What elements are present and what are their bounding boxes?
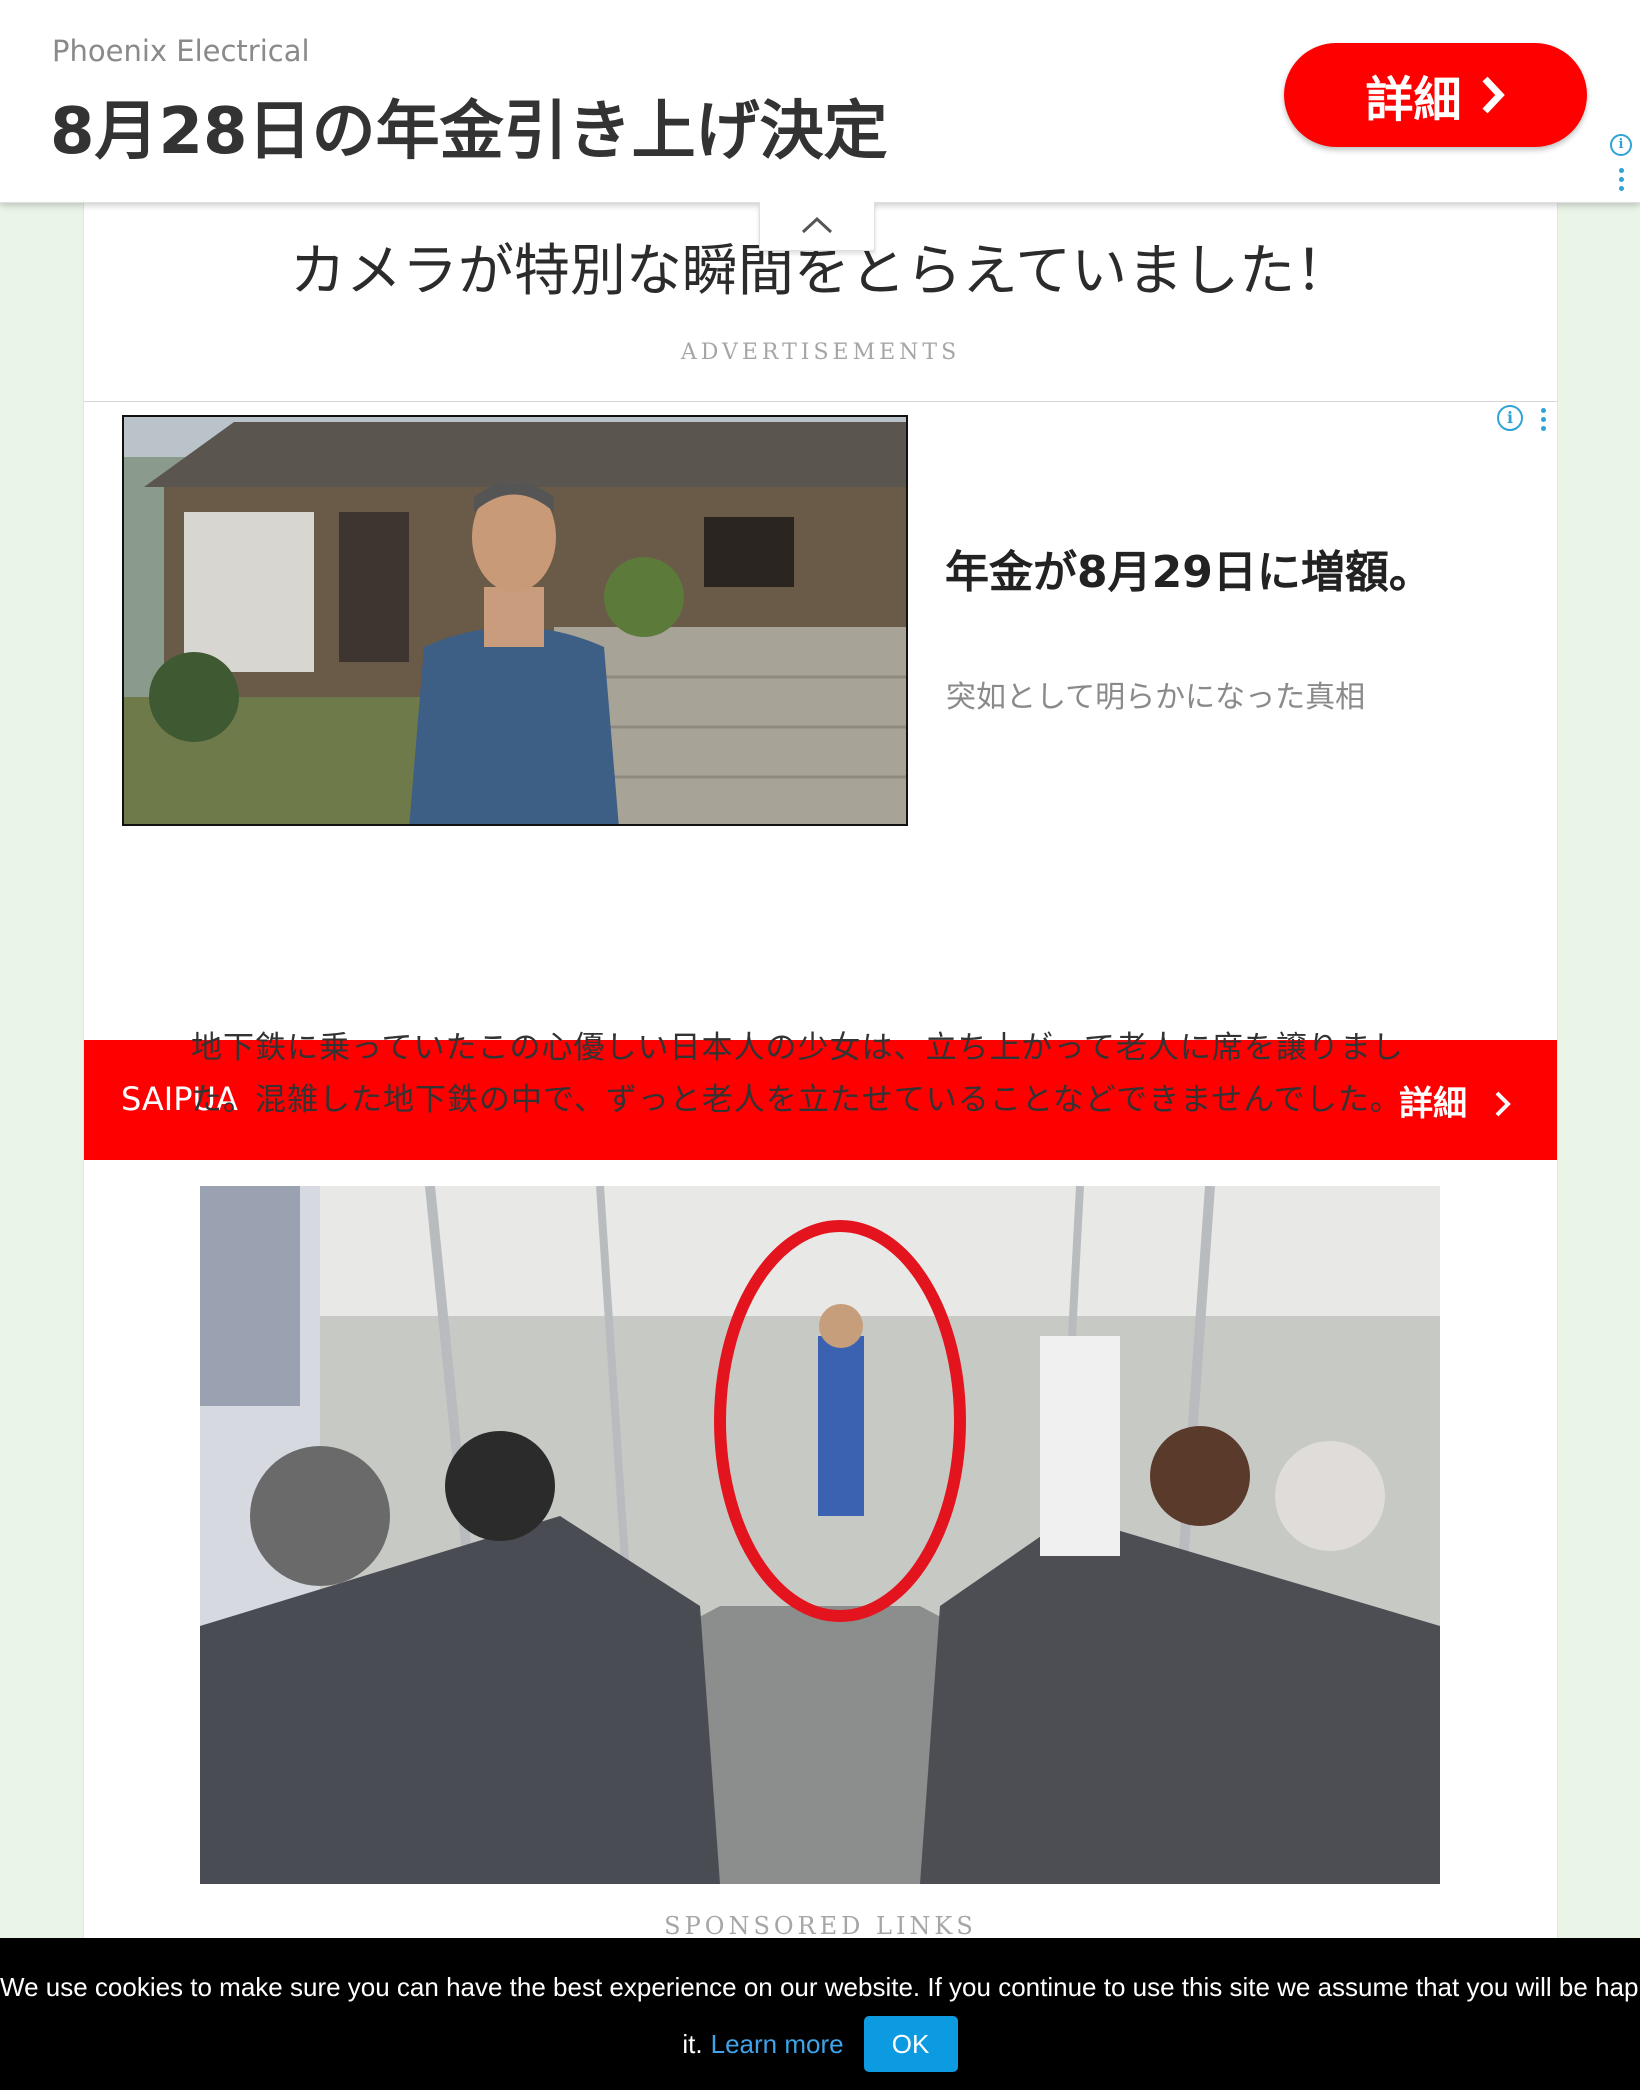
sponsored-links-label: SPONSORED LINKS (664, 1912, 977, 1940)
kebab-menu-icon[interactable] (1541, 408, 1547, 435)
collapse-ad-tab[interactable] (759, 202, 875, 251)
kebab-menu-icon[interactable] (1619, 168, 1625, 195)
subway-photo (200, 1186, 1440, 1884)
top-banner-ad[interactable]: Phoenix Electrical 8月28日の年金引き上げ決定 詳細 i (0, 0, 1640, 203)
chevron-right-icon (1495, 1091, 1511, 1117)
cookie-consent-bar: We use cookies to make sure you can have… (0, 1938, 1640, 2090)
chevron-right-icon (1481, 76, 1505, 114)
top-ad-advertiser: Phoenix Electrical (52, 34, 310, 68)
top-ad-details-button[interactable]: 詳細 (1284, 43, 1587, 147)
top-ad-button-label: 詳細 (1365, 72, 1462, 128)
cookie-message: We use cookies to make sure you can have… (0, 1972, 1640, 2002)
info-icon[interactable]: i (1610, 134, 1632, 156)
top-ad-title[interactable]: 8月28日の年金引き上げ決定 (50, 80, 888, 172)
native-ad[interactable]: 年金が8月29日に増額。 突如として明らかになった真相 i SAIPUA 詳細 (84, 401, 1557, 1160)
cookie-ok-button[interactable]: OK (863, 2016, 958, 2072)
article-content: カメラが特別な瞬間をとらえていました！ ADVERTISEMENTS 年金が8月… (83, 200, 1558, 2090)
article-paragraph: 地下鉄に乗っていたこの心優しい日本人の少女は、立ち上がって老人に席を譲りました。… (191, 1030, 1404, 1118)
cookie-message-end: it. (682, 2028, 703, 2059)
info-icon[interactable]: i (1497, 405, 1523, 431)
learn-more-link[interactable]: Learn more (711, 2029, 844, 2060)
ad-photo-man-in-front-of-house[interactable] (122, 415, 908, 826)
advertisements-label: ADVERTISEMENTS (680, 340, 961, 365)
native-ad-title[interactable]: 年金が8月29日に増額。 (945, 536, 1433, 600)
native-ad-subtitle[interactable]: 突如として明らかになった真相 (946, 672, 1365, 716)
chevron-up-icon (801, 216, 833, 234)
cookie-message-line2: it. Learn more OK (0, 2016, 1640, 2072)
